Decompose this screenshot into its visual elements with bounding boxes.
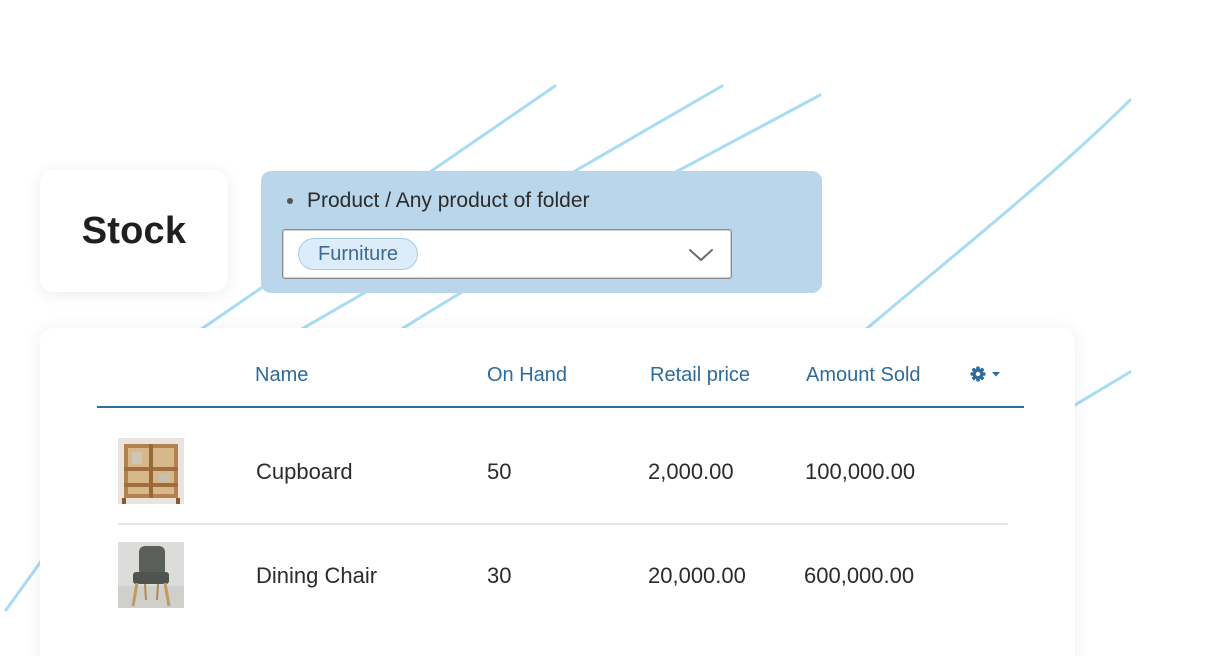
dining-chair-thumbnail	[118, 542, 184, 608]
filter-label: Product / Any product of folder	[307, 189, 590, 212]
table-row[interactable]: Cupboard 50 2,000.00 100,000.00	[40, 424, 1075, 524]
gear-dropdown-icon[interactable]	[970, 366, 1004, 382]
amount-sold-value: 100,000.00	[805, 459, 916, 484]
folder-select[interactable]: Furniture	[282, 229, 732, 279]
column-header-on-hand[interactable]: On Hand	[487, 364, 567, 387]
page-title-card: Stock	[40, 170, 228, 292]
retail-price-value: 20,000.00	[648, 563, 746, 588]
column-header-name[interactable]: Name	[255, 364, 308, 387]
chevron-down-icon[interactable]	[687, 243, 715, 265]
product-filter-panel: Product / Any product of folder Furnitur…	[261, 171, 822, 293]
stock-widget-screen: Stock Product / Any product of folder Fu…	[0, 0, 1210, 656]
bullet-dot-icon	[287, 198, 293, 204]
column-header-retail-price[interactable]: Retail price	[650, 364, 750, 387]
product-name: Dining Chair	[256, 563, 378, 588]
cupboard-thumbnail	[118, 438, 184, 504]
on-hand-value: 30	[487, 563, 512, 588]
table-header-divider	[97, 406, 1024, 408]
product-name: Cupboard	[256, 459, 353, 484]
column-header-amount-sold[interactable]: Amount Sold	[806, 364, 921, 387]
retail-price-value: 2,000.00	[648, 459, 734, 484]
amount-sold-value: 600,000.00	[804, 563, 915, 588]
row-divider	[118, 523, 1008, 525]
filter-label-row: Product / Any product of folder	[287, 189, 590, 213]
selected-folder-tag[interactable]: Furniture	[298, 238, 419, 270]
table-row[interactable]: Dining Chair 30 20,000.00 600,000.00	[40, 528, 1075, 628]
stock-table: Name On Hand Retail price Amount Sold Cu…	[40, 328, 1075, 656]
page-title: Stock	[81, 209, 187, 252]
on-hand-value: 50	[487, 459, 512, 484]
